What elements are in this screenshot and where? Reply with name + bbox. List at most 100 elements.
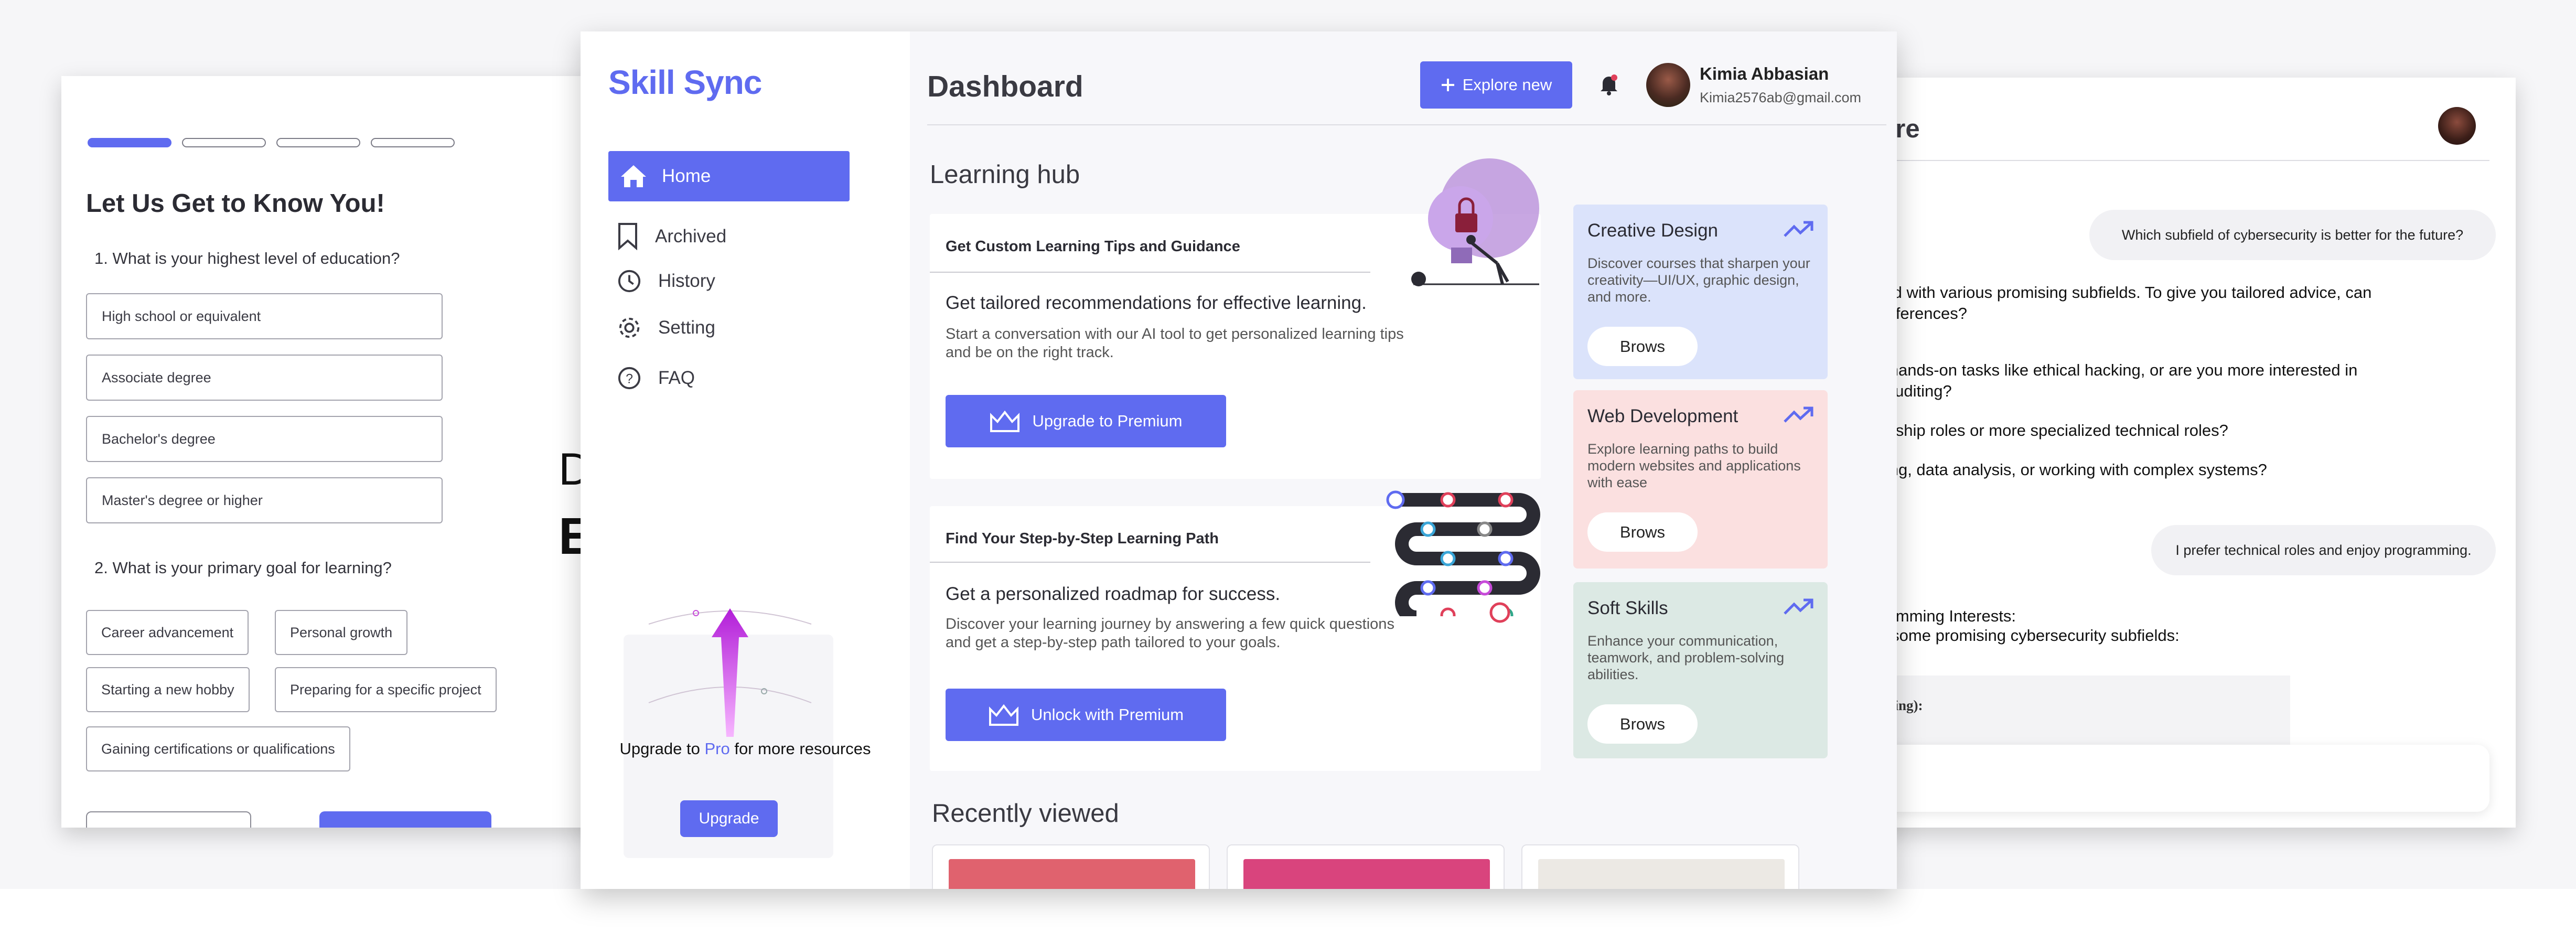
card-heading: Find Your Step-by-Step Learning Path — [946, 530, 1219, 547]
card-heading: Get Custom Learning Tips and Guidance — [946, 238, 1240, 255]
option-bachelor[interactable]: Bachelor's degree — [86, 416, 443, 462]
sidebar-item-label: Setting — [658, 317, 715, 338]
recent-thumbnail — [1538, 859, 1785, 889]
sidebar: Skill Sync Home Archived History Setting… — [581, 31, 910, 889]
chat-panel: ture Which subfield of cybersecurity is … — [1863, 78, 2516, 828]
question-goal: 2. What is your primary goal for learnin… — [94, 559, 392, 577]
assistant-line: ming, data analysis, or working with com… — [1872, 460, 2267, 479]
user-message: Which subfield of cybersecurity is bette… — [2089, 210, 2496, 260]
brows-button[interactable]: Brows — [1587, 512, 1698, 552]
progress-step-2 — [182, 138, 266, 147]
course-description: Enhance your communication, teamwork, an… — [1587, 633, 1785, 682]
sidebar-item-faq[interactable]: ? FAQ — [617, 366, 695, 390]
option-associate[interactable]: Associate degree — [86, 355, 443, 401]
sidebar-item-home[interactable]: Home — [608, 151, 850, 201]
onboarding-title: Let Us Get to Know You! — [86, 189, 385, 218]
crown-icon — [990, 410, 1020, 432]
recent-thumbnail — [949, 859, 1195, 889]
learning-hub-title: Learning hub — [930, 160, 1080, 189]
course-title: Web Development — [1587, 406, 1738, 426]
recent-item[interactable] — [1521, 844, 1799, 889]
roadmap-illustration — [1386, 490, 1540, 616]
back-button[interactable] — [86, 811, 251, 828]
history-icon — [618, 270, 641, 293]
upgrade-button[interactable]: Upgrade — [680, 800, 778, 837]
card-divider — [930, 272, 1370, 273]
course-card-creative-design[interactable]: Creative Design Discover courses that sh… — [1573, 205, 1828, 379]
bookmark-icon — [618, 223, 637, 250]
course-card-web-development[interactable]: Web Development Explore learning paths t… — [1573, 390, 1828, 569]
svg-text:?: ? — [626, 372, 633, 387]
recent-item[interactable] — [932, 844, 1210, 889]
option-high-school[interactable]: High school or equivalent — [86, 293, 443, 339]
chat-avatar[interactable] — [2438, 107, 2476, 145]
premium-button-label: Upgrade to Premium — [1032, 412, 1183, 430]
progress-steps — [88, 138, 455, 147]
sidebar-item-setting[interactable]: Setting — [617, 316, 715, 340]
goal-certifications[interactable]: Gaining certifications or qualifications — [86, 726, 350, 771]
trending-up-icon — [1784, 406, 1813, 423]
assistant-line: re some promising cybersecurity subfield… — [1872, 626, 2180, 645]
course-description: Discover courses that sharpen your creat… — [1587, 255, 1810, 305]
progress-step-3 — [276, 138, 360, 147]
course-title: Creative Design — [1587, 220, 1718, 241]
goal-project[interactable]: Preparing for a specific project — [275, 667, 497, 712]
card-divider — [930, 562, 1370, 563]
app-logo[interactable]: Skill Sync — [608, 63, 762, 102]
assistant-line: field with various promising subfields. … — [1872, 283, 2372, 302]
trending-up-icon — [1784, 221, 1813, 237]
main-content: Dashboard Explore new Kimia Abbasian Kim… — [910, 31, 1897, 889]
upgrade-to-premium-button[interactable]: Upgrade to Premium — [946, 395, 1226, 447]
course-description: Explore learning paths to build modern w… — [1587, 441, 1801, 490]
assistant-line: al hands-on tasks like ethical hacking, … — [1872, 361, 2358, 379]
brows-button[interactable]: Brows — [1587, 704, 1698, 744]
recent-thumbnail — [1243, 859, 1490, 889]
recent-item[interactable] — [1227, 844, 1505, 889]
option-master[interactable]: Master's degree or higher — [86, 477, 443, 523]
sidebar-item-label: FAQ — [658, 368, 695, 388]
explore-new-button[interactable]: Explore new — [1420, 61, 1572, 109]
onboarding-panel: Let Us Get to Know You! 1. What is your … — [61, 76, 619, 828]
premium-button-label: Unlock with Premium — [1031, 705, 1184, 724]
screenshot-stage: Let Us Get to Know You! 1. What is your … — [0, 0, 2576, 933]
sidebar-item-label: Home — [662, 166, 711, 186]
next-button[interactable] — [319, 811, 491, 828]
bell-icon[interactable] — [1598, 73, 1619, 96]
sidebar-item-history[interactable]: History — [617, 269, 715, 293]
user-email: Kimia2576ab@gmail.com — [1700, 90, 1862, 105]
crown-icon — [989, 704, 1018, 726]
user-message: I prefer technical roles and enjoy progr… — [2151, 525, 2496, 575]
user-name: Kimia Abbasian — [1700, 64, 1829, 83]
progress-step-4 — [371, 138, 455, 147]
card-body: Discover your learning journey by answer… — [946, 616, 1394, 651]
chat-input[interactable] — [1863, 745, 2489, 812]
header-divider — [927, 124, 1886, 125]
card-subtitle: Get tailored recommendations for effecti… — [946, 293, 1367, 313]
page-title: Dashboard — [927, 70, 1083, 103]
rocket-arrow-illustration — [648, 608, 812, 737]
goal-hobby[interactable]: Starting a new hobby — [86, 667, 250, 712]
question-education: 1. What is your highest level of educati… — [94, 249, 400, 267]
gear-icon — [619, 317, 640, 338]
goal-career[interactable]: Career advancement — [86, 610, 249, 655]
roadmap-end-marker — [1489, 602, 1510, 623]
explore-new-label: Explore new — [1462, 76, 1552, 94]
sidebar-item-archived[interactable]: Archived — [617, 223, 726, 250]
dashboard-window: Skill Sync Home Archived History Setting… — [581, 31, 1897, 889]
upgrade-promo-text: Upgrade to Pro for more resources — [581, 739, 910, 759]
promo-text-part: Upgrade to — [619, 739, 705, 758]
course-title: Soft Skills — [1587, 598, 1668, 618]
sidebar-item-label: History — [658, 271, 715, 291]
chat-divider — [1863, 160, 2489, 161]
promo-text-part: for more resources — [729, 739, 871, 758]
promo-text-pro: Pro — [704, 739, 730, 758]
sidebar-item-label: Archived — [655, 226, 727, 246]
avatar[interactable] — [1646, 63, 1690, 107]
help-icon: ? — [618, 367, 641, 390]
unlock-with-premium-button[interactable]: Unlock with Premium — [946, 689, 1226, 741]
goal-personal[interactable]: Personal growth — [275, 610, 408, 655]
card-subtitle: Get a personalized roadmap for success. — [946, 584, 1281, 604]
home-icon — [621, 165, 646, 187]
course-card-soft-skills[interactable]: Soft Skills Enhance your communication, … — [1573, 582, 1828, 758]
brows-button[interactable]: Brows — [1587, 327, 1698, 366]
